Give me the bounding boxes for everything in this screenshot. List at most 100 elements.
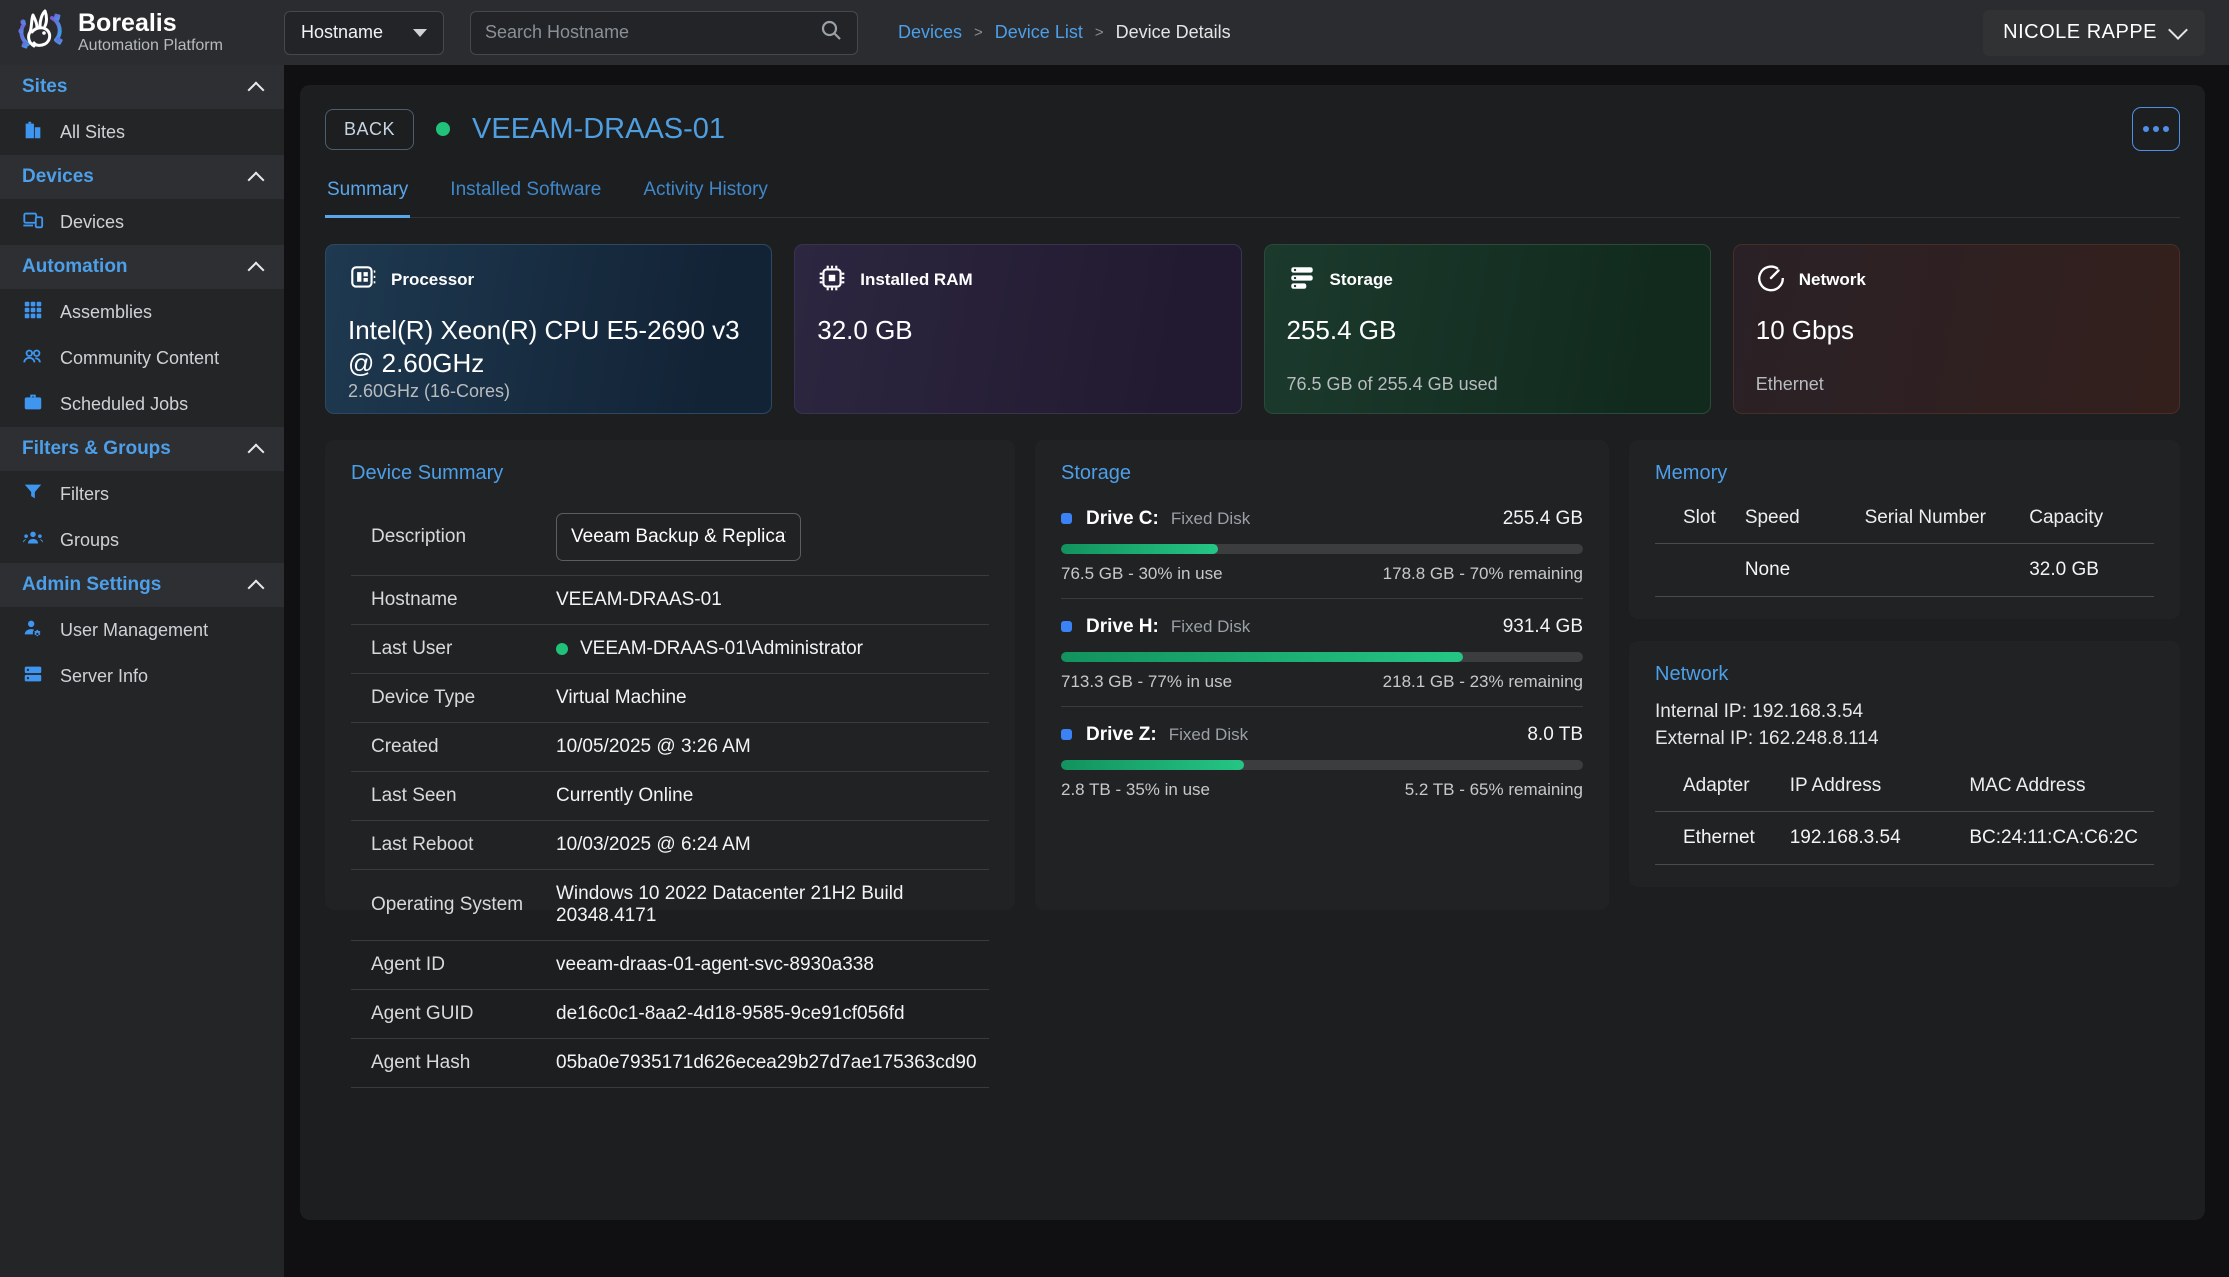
- sidebar-item-groups[interactable]: Groups: [0, 517, 284, 563]
- column-header: Adapter: [1655, 775, 1790, 797]
- tab-installed-software[interactable]: Installed Software: [448, 179, 603, 217]
- sidebar-section-admin-settings[interactable]: Admin Settings: [0, 563, 284, 607]
- chevron-up-icon: [248, 171, 265, 188]
- brand-tagline: Automation Platform: [78, 37, 223, 55]
- sidebar-section-automation[interactable]: Automation: [0, 245, 284, 289]
- cell-capacity: 32.0 GB: [2029, 559, 2154, 581]
- row-value: 10/05/2025 @ 3:26 AM: [556, 736, 751, 758]
- row-label: Created: [371, 736, 556, 758]
- search-field-select-value: Hostname: [301, 22, 383, 43]
- building-icon: [22, 119, 44, 146]
- panel-title: Device Summary: [351, 462, 989, 485]
- tab-summary[interactable]: Summary: [325, 179, 410, 218]
- sidebar-item-scheduled-jobs[interactable]: Scheduled Jobs: [0, 381, 284, 427]
- sidebar-item-community-content[interactable]: Community Content: [0, 335, 284, 381]
- row-label: Last Seen: [371, 785, 556, 807]
- drive-name: Drive C:: [1086, 508, 1159, 530]
- search-box: [470, 11, 858, 55]
- section-label: Devices: [22, 166, 94, 188]
- tab-activity-history[interactable]: Activity History: [641, 179, 770, 217]
- back-button[interactable]: BACK: [325, 109, 414, 150]
- drive-type: Fixed Disk: [1171, 509, 1250, 529]
- table-row: Agent GUID de16c0c1-8aa2-4d18-9585-9ce91…: [351, 990, 989, 1039]
- sidebar: Sites All Sites Devices: [0, 65, 284, 1277]
- sidebar-item-assemblies[interactable]: Assemblies: [0, 289, 284, 335]
- stat-card-value: 10 Gbps: [1756, 314, 2157, 348]
- sidebar-section-devices[interactable]: Devices: [0, 155, 284, 199]
- table-row: Last Reboot 10/03/2025 @ 6:24 AM: [351, 821, 989, 870]
- chevron-up-icon: [248, 261, 265, 278]
- drive-name: Drive Z:: [1086, 724, 1157, 746]
- breadcrumb-separator: >: [974, 24, 983, 41]
- row-label: Agent GUID: [371, 1003, 556, 1025]
- sidebar-item-label: Devices: [60, 212, 124, 233]
- rabbit-gear-logo: [14, 4, 66, 61]
- sidebar-item-user-management[interactable]: User Management: [0, 607, 284, 653]
- stat-card-value: Intel(R) Xeon(R) CPU E5-2690 v3 @ 2.60GH…: [348, 314, 749, 382]
- sidebar-item-devices[interactable]: Devices: [0, 199, 284, 245]
- drive-name: Drive H:: [1086, 616, 1159, 638]
- sidebar-section-sites[interactable]: Sites: [0, 65, 284, 109]
- drive-remaining: 218.1 GB - 23% remaining: [1383, 672, 1583, 692]
- table-row: Description: [351, 503, 989, 576]
- sidebar-item-label: All Sites: [60, 122, 125, 143]
- caret-down-icon: [413, 29, 427, 37]
- breadcrumb-devices[interactable]: Devices: [898, 22, 962, 43]
- row-value: veeam-draas-01-agent-svc-8930a338: [556, 954, 874, 976]
- search-input[interactable]: [485, 22, 819, 43]
- brand: Borealis Automation Platform: [0, 4, 284, 61]
- drive-used: 76.5 GB - 30% in use: [1061, 564, 1223, 584]
- drive-used: 713.3 GB - 77% in use: [1061, 672, 1232, 692]
- network-table: Adapter IP Address MAC Address Ethernet …: [1655, 769, 2154, 865]
- drive-size: 255.4 GB: [1503, 508, 1583, 530]
- panel-title: Memory: [1655, 462, 2154, 485]
- network-panel: Network Internal IP: 192.168.3.54 Extern…: [1629, 641, 2180, 887]
- panel-title: Network: [1655, 663, 2154, 686]
- breadcrumb-device-list[interactable]: Device List: [995, 22, 1083, 43]
- drive-type: Fixed Disk: [1171, 617, 1250, 637]
- stat-card-footer: 2.60GHz (16-Cores): [348, 381, 749, 401]
- top-bar: Borealis Automation Platform Hostname De…: [0, 0, 2229, 65]
- row-value: VEEAM-DRAAS-01\Administrator: [556, 638, 863, 660]
- user-menu[interactable]: NICOLE RAPPE: [1983, 10, 2205, 56]
- row-label: Last Reboot: [371, 834, 556, 856]
- breadcrumb-separator: >: [1095, 24, 1104, 41]
- column-header: Speed: [1745, 507, 1865, 529]
- drive-remaining: 178.8 GB - 70% remaining: [1383, 564, 1583, 584]
- sidebar-item-filters[interactable]: Filters: [0, 471, 284, 517]
- row-label: Hostname: [371, 589, 556, 611]
- memory-panel: Memory Slot Speed Serial Number Capacity…: [1629, 440, 2180, 619]
- stat-card-value: 32.0 GB: [817, 314, 1218, 348]
- processor-card: Processor Intel(R) Xeon(R) CPU E5-2690 v…: [325, 244, 772, 414]
- user-gear-icon: [22, 617, 44, 644]
- ellipsis-icon: [2143, 126, 2149, 132]
- row-label: Device Type: [371, 687, 556, 709]
- drive-row: Drive Z: Fixed Disk 8.0 TB 2.8 TB - 35% …: [1061, 706, 1583, 814]
- device-name-title: VEEAM-DRAAS-01: [472, 113, 725, 146]
- sidebar-item-label: Scheduled Jobs: [60, 394, 188, 415]
- description-input[interactable]: [556, 513, 801, 561]
- more-actions-button[interactable]: [2132, 107, 2180, 151]
- people-icon: [22, 345, 44, 372]
- cell-ip: 192.168.3.54: [1790, 827, 1970, 849]
- storage-panel: Storage Drive C: Fixed Disk 255.4 GB: [1035, 440, 1609, 910]
- row-value: 05ba0e7935171d626ecea29b27d7ae175363cd90: [556, 1052, 977, 1074]
- user-name: NICOLE RAPPE: [2003, 21, 2157, 44]
- table-row: Agent Hash 05ba0e7935171d626ecea29b27d7a…: [351, 1039, 989, 1088]
- drive-remaining: 5.2 TB - 65% remaining: [1405, 780, 1583, 800]
- sidebar-item-all-sites[interactable]: All Sites: [0, 109, 284, 155]
- search-field-select[interactable]: Hostname: [284, 11, 444, 55]
- column-header: MAC Address: [1969, 775, 2154, 797]
- drive-row: Drive H: Fixed Disk 931.4 GB 713.3 GB - …: [1061, 598, 1583, 706]
- stat-card-title: Storage: [1330, 270, 1393, 290]
- drive-bullet-icon: [1061, 621, 1072, 632]
- sidebar-item-server-info[interactable]: Server Info: [0, 653, 284, 699]
- stat-card-footer: Ethernet: [1756, 374, 2157, 395]
- drive-usage-bar: [1061, 544, 1583, 554]
- row-value: Windows 10 2022 Datacenter 21H2 Build 20…: [556, 883, 989, 927]
- sidebar-section-filters-groups[interactable]: Filters & Groups: [0, 427, 284, 471]
- device-details-card: BACK VEEAM-DRAAS-01 Summary Installed So…: [300, 85, 2205, 1220]
- table-row: Last User VEEAM-DRAAS-01\Administrator: [351, 625, 989, 674]
- section-label: Sites: [22, 76, 67, 98]
- stat-card-title: Installed RAM: [860, 270, 972, 290]
